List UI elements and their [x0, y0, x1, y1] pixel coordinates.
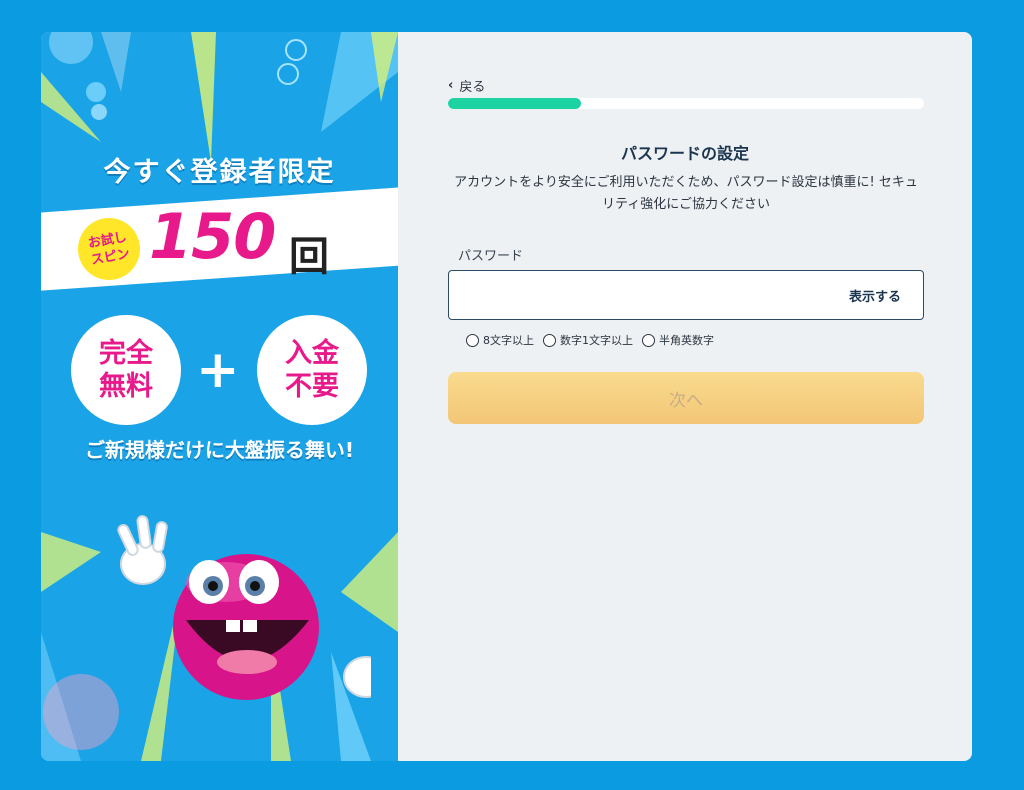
page-title: パスワードの設定 [620, 144, 749, 163]
progress-bar [448, 98, 924, 109]
spin-unit: 回 [289, 234, 329, 280]
mascot-glove-left [117, 515, 168, 585]
page-description: アカウントをより安全にご利用いただくため、パスワード設定は慎重に! セキュリティ… [454, 175, 918, 212]
rule-status-icon [466, 333, 479, 347]
back-label: 戻る [459, 80, 486, 95]
password-field-container: 表示する [448, 270, 924, 321]
plus-icon: + [196, 340, 240, 400]
free-badge-line2: 無料 [99, 371, 153, 402]
spin-count: 150 [149, 200, 276, 273]
rule-status-icon [543, 333, 556, 347]
free-badge: 完全 無料 [71, 315, 181, 425]
promo-headline: 今すぐ登録者限定 [103, 157, 336, 188]
rule-label: 半角英数字 [659, 334, 714, 347]
promo-tagline: ご新規様だけに大盤振る舞い! [84, 438, 355, 462]
free-badge-line1: 完全 [99, 338, 153, 369]
rule-digit: 数字1文字以上 [543, 332, 633, 348]
rule-label: 数字1文字以上 [560, 334, 633, 347]
mascot-glove-right [343, 656, 371, 698]
rule-label: 8文字以上 [483, 334, 534, 347]
chevron-left-icon: ‹ [448, 78, 454, 93]
password-input[interactable] [459, 271, 833, 321]
no-deposit-badge-line1: 入金 [285, 338, 339, 369]
password-label: パスワード [458, 249, 524, 264]
password-rules: 8文字以上 数字1文字以上 半角英数字 [466, 332, 714, 348]
signup-modal: 今すぐ登録者限定 お試し スピン 150 回 完全 無料 + 入金 不要 ご新規… [41, 32, 972, 761]
rule-status-icon [642, 333, 655, 347]
next-button[interactable]: 次へ [448, 372, 924, 424]
no-deposit-badge: 入金 不要 [257, 315, 367, 425]
mascot-illustration [117, 515, 371, 700]
show-password-button[interactable]: 表示する [849, 286, 901, 305]
progress-fill [448, 98, 582, 109]
rule-alphanumeric: 半角英数字 [642, 332, 714, 348]
promo-banner: 今すぐ登録者限定 お試し スピン 150 回 完全 無料 + 入金 不要 ご新規… [41, 32, 398, 761]
rule-min-length: 8文字以上 [466, 332, 534, 348]
back-link[interactable]: ‹ 戻る [448, 76, 485, 95]
password-form: ‹ 戻る パスワードの設定 アカウントをより安全にご利用いただくため、パスワード… [398, 32, 972, 761]
no-deposit-badge-line2: 不要 [285, 371, 339, 402]
